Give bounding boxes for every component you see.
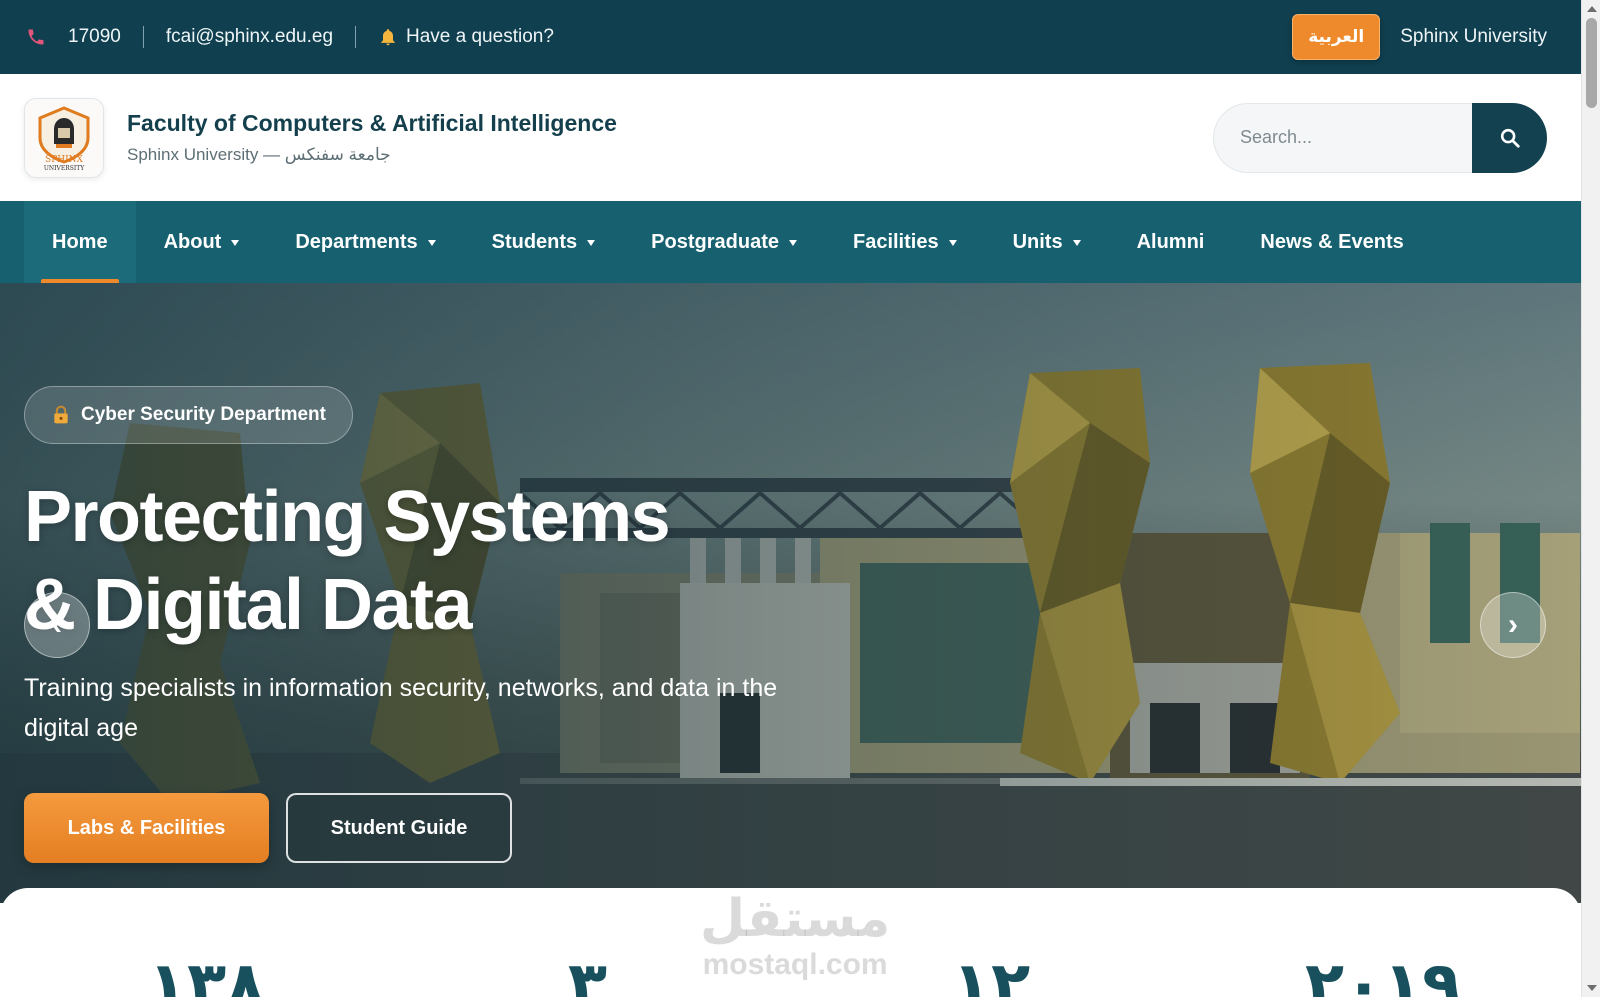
top-bar: 17090 fcai@sphinx.edu.eg Have a question…: [0, 0, 1581, 74]
nav-postgraduate[interactable]: Postgraduate: [623, 201, 825, 283]
search-input[interactable]: [1213, 102, 1472, 173]
svg-text:UNIVERSITY: UNIVERSITY: [44, 165, 85, 172]
slider-prev-button[interactable]: ‹: [24, 592, 90, 658]
bell-icon: [381, 29, 395, 46]
chevron-right-icon: ›: [1508, 608, 1518, 641]
search-box: [1213, 102, 1547, 173]
caret-down-icon: [587, 240, 596, 246]
stat-value: ١٢: [952, 949, 1031, 997]
site-header: SPHINX UNIVERSITY Faculty of Computers &…: [0, 74, 1581, 201]
sphinx-logo-icon: SPHINX UNIVERSITY: [38, 105, 90, 172]
svg-text:SPHINX: SPHINX: [45, 155, 84, 165]
stat-value: ٣: [568, 949, 608, 997]
department-badge: Cyber Security Department: [24, 386, 353, 444]
page-scrollbar[interactable]: [1581, 0, 1600, 997]
caret-down-icon: [427, 240, 436, 246]
top-bar-contact: 17090 fcai@sphinx.edu.eg Have a question…: [0, 26, 554, 48]
hero-description: Training specialists in information secu…: [24, 674, 778, 742]
divider: [355, 26, 357, 48]
nav-departments[interactable]: Departments: [267, 201, 463, 283]
stats-section: ١٣٨ ٣ ١٢ ٢٠١٩ مستقل mostaql.com: [0, 888, 1581, 997]
hero-title-line-2: & Digital Data: [24, 565, 473, 645]
scroll-down-arrow-icon[interactable]: [1587, 985, 1597, 991]
hero-title: Protecting Systems & Digital Data: [24, 473, 784, 649]
phone-contact[interactable]: 17090: [26, 26, 121, 48]
chevron-left-icon: ‹: [52, 608, 62, 641]
scroll-thumb[interactable]: [1586, 18, 1597, 108]
search-button[interactable]: [1472, 102, 1547, 173]
nav-students[interactable]: Students: [464, 201, 624, 283]
watermark-latin: mostaql.com: [702, 948, 888, 981]
caret-down-icon: [1072, 240, 1081, 246]
sphinx-university-link[interactable]: Sphinx University: [1400, 26, 1547, 48]
faculty-title[interactable]: Faculty of Computers & Artificial Intell…: [127, 110, 617, 137]
slider-next-button[interactable]: ›: [1480, 592, 1546, 658]
top-bar-actions: العربية Sphinx University: [1292, 14, 1581, 60]
university-logo[interactable]: SPHINX UNIVERSITY: [24, 97, 104, 178]
scroll-up-arrow-icon[interactable]: [1587, 6, 1597, 12]
question-text: Have a question?: [406, 26, 554, 47]
watermark-arabic: مستقل: [700, 889, 891, 949]
phone-number: 17090: [68, 26, 121, 47]
labs-facilities-button[interactable]: Labs & Facilities: [24, 793, 269, 863]
hero-slider: Cyber Security Department Protecting Sys…: [0, 283, 1581, 903]
stat-value: ٢٠١٩: [1305, 949, 1462, 997]
main-nav: Home About Departments Students Postgrad…: [0, 201, 1581, 283]
nav-units[interactable]: Units: [985, 201, 1109, 283]
caret-down-icon: [948, 240, 957, 246]
badge-label: Cyber Security Department: [81, 404, 326, 425]
email-link[interactable]: fcai@sphinx.edu.eg: [166, 26, 333, 48]
hero-title-line-1: Protecting Systems: [24, 477, 671, 557]
divider: [142, 26, 144, 48]
faculty-subtitle: Sphinx University — جامعة سفنكس: [127, 145, 391, 164]
lock-icon: [54, 405, 68, 424]
student-guide-button[interactable]: Student Guide: [286, 793, 512, 863]
phone-icon: [28, 29, 44, 45]
search-icon: [1500, 128, 1520, 148]
nav-alumni[interactable]: Alumni: [1109, 201, 1233, 283]
nav-home[interactable]: Home: [24, 201, 136, 283]
stat-value: ١٣٨: [148, 949, 266, 997]
caret-down-icon: [231, 240, 240, 246]
nav-about[interactable]: About: [136, 201, 268, 283]
watermark: مستقل mostaql.com: [700, 888, 890, 980]
nav-facilities[interactable]: Facilities: [825, 201, 985, 283]
caret-down-icon: [788, 240, 797, 246]
brand: Faculty of Computers & Artificial Intell…: [127, 110, 617, 165]
nav-news-events[interactable]: News & Events: [1232, 201, 1431, 283]
arabic-language-button[interactable]: العربية: [1292, 14, 1381, 60]
question-link[interactable]: Have a question?: [378, 26, 554, 48]
